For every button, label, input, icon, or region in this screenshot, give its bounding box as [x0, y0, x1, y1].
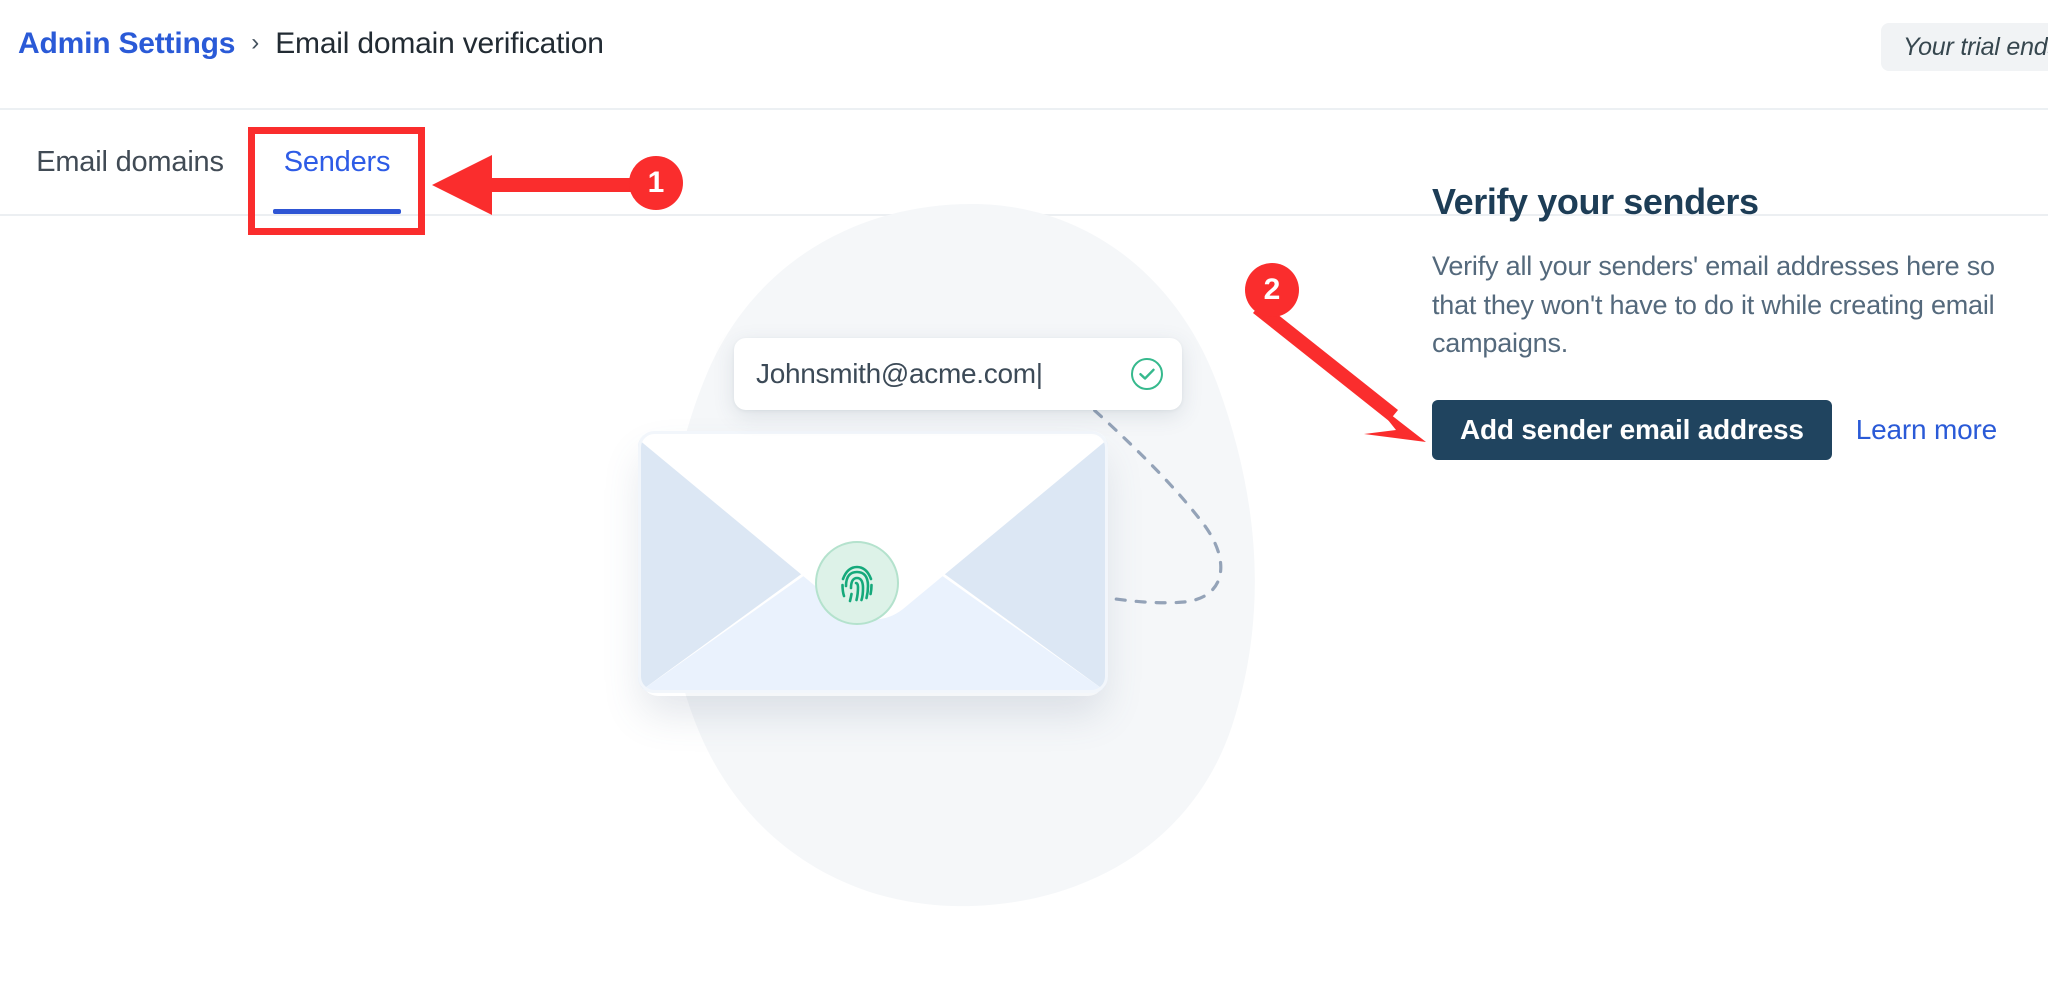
- tab-email-domains-label: Email domains: [36, 145, 224, 178]
- breadcrumb-separator-icon: ›: [251, 29, 260, 56]
- verify-senders-panel: Verify your senders Verify all your send…: [1432, 180, 2032, 461]
- add-sender-email-address-button[interactable]: Add sender email address: [1432, 400, 1832, 461]
- fingerprint-verified-badge: [815, 541, 899, 625]
- sender-verification-illustration: Johnsmith@acme.com|: [620, 186, 1300, 926]
- annotation-step-badge-1: 1: [629, 156, 683, 210]
- fingerprint-icon: [841, 565, 873, 603]
- annotation-arrow-1: [432, 155, 640, 215]
- email-address-value: Johnsmith@acme.com|: [756, 358, 1043, 389]
- panel-description: Verify all your senders' email addresses…: [1432, 251, 1995, 358]
- breadcrumb: Admin Settings › Email domain verificati…: [18, 27, 604, 61]
- check-circle-icon: [1131, 358, 1163, 390]
- tab-email-domains[interactable]: Email domains: [30, 110, 230, 214]
- annotation-step-number-2: 2: [1263, 273, 1281, 306]
- panel-actions: Add sender email address Learn more: [1432, 400, 2032, 461]
- trial-status-badge: Your trial ends: [1881, 23, 2048, 71]
- breadcrumb-link-admin-settings[interactable]: Admin Settings: [18, 27, 235, 61]
- annotation-step-badge-2: 2: [1245, 263, 1299, 317]
- page-title: Verify your senders: [1432, 181, 1759, 222]
- main-content: Johnsmith@acme.com| Verify your senders …: [0, 181, 2048, 999]
- breadcrumb-current-page: Email domain verification: [275, 27, 604, 60]
- annotation-step-number-1: 1: [647, 166, 665, 199]
- trial-status-text: Your trial ends: [1903, 32, 2048, 61]
- app-header: Admin Settings › Email domain verificati…: [0, 0, 2048, 110]
- email-address-input[interactable]: Johnsmith@acme.com|: [734, 338, 1182, 410]
- annotation-highlight-box-1: [248, 127, 425, 235]
- learn-more-link[interactable]: Learn more: [1856, 414, 1997, 446]
